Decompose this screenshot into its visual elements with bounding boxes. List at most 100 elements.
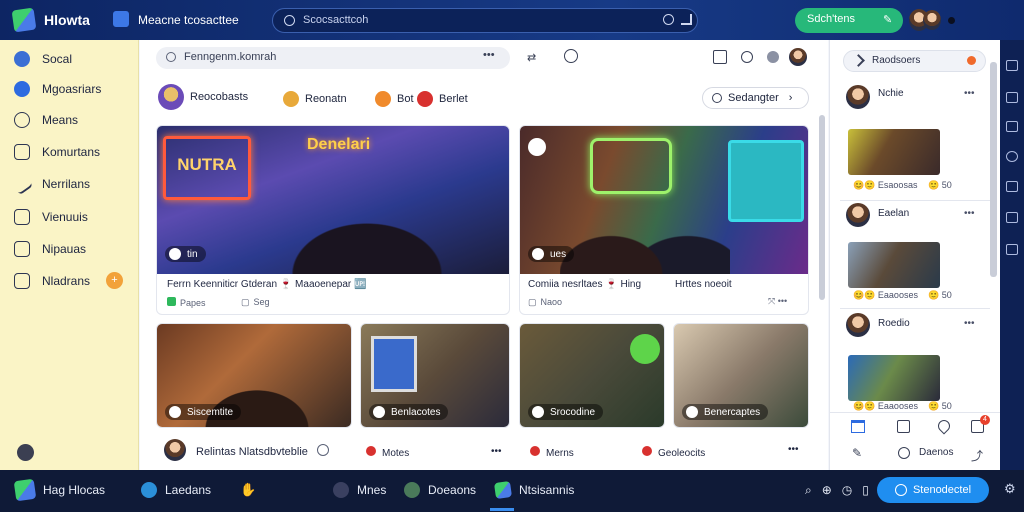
- search-icon[interactable]: ⌕: [805, 483, 812, 498]
- taskbar-item-1[interactable]: Hag Hlocas: [13, 478, 105, 502]
- taskbar-item-4[interactable]: Mnes: [333, 478, 386, 502]
- video-card-2[interactable]: ues Comiia nesrltaes 🍷 Hing Hrttes noeoi…: [519, 125, 809, 315]
- author-avatar[interactable]: [164, 439, 186, 461]
- post-author[interactable]: Nchie: [878, 88, 904, 99]
- sidebar-item-mgoasriars[interactable]: Mgoasriars: [14, 78, 101, 100]
- edge-help-icon[interactable]: [1006, 151, 1018, 162]
- circle-icon[interactable]: [898, 447, 910, 459]
- app-logo-icon[interactable]: [11, 7, 37, 33]
- filter-berlet[interactable]: Berlet: [417, 88, 468, 110]
- video-card-1[interactable]: NUTRA Denelari tin Ferrn Keenniticr Gtde…: [156, 125, 510, 315]
- inbox-icon[interactable]: [897, 420, 910, 433]
- channel-avatar[interactable]: [528, 138, 546, 156]
- card-title[interactable]: Comiia nesrltaes 🍷 Hing: [528, 279, 641, 290]
- filter-label: Bot: [397, 93, 414, 105]
- sidebar-item-komurtans[interactable]: Komurtans: [14, 141, 100, 163]
- filter-reocobasts[interactable]: Reocobasts: [158, 84, 248, 110]
- video-card-4[interactable]: Benlacotes: [360, 323, 510, 428]
- post-reactions[interactable]: 😊🙂 Eaaooses: [853, 290, 918, 301]
- refresh-icon[interactable]: [564, 49, 578, 63]
- search-option-icon[interactable]: [681, 14, 692, 25]
- more-icon[interactable]: •••: [964, 318, 975, 329]
- video-thumbnail[interactable]: Srocodine: [520, 324, 664, 427]
- post-reactions[interactable]: 😊🙂 Esaoosas: [853, 180, 917, 191]
- edge-settings-icon[interactable]: [1006, 212, 1018, 223]
- video-thumbnail[interactable]: Siscemtite: [157, 324, 351, 427]
- action-motes[interactable]: Motes: [366, 446, 409, 459]
- swap-icon[interactable]: ⇄: [527, 51, 536, 64]
- author-name[interactable]: Relintas Nlatsdbvteblie: [196, 446, 308, 458]
- profile-avatar[interactable]: [789, 48, 807, 66]
- zoom-icon[interactable]: ⊕: [822, 483, 832, 497]
- post-thumbnail[interactable]: [848, 355, 940, 401]
- feed-scrollbar[interactable]: [819, 115, 825, 300]
- edge-window-icon[interactable]: [1006, 60, 1018, 71]
- video-thumbnail[interactable]: NUTRA Denelari tin: [157, 126, 509, 274]
- post-thumbnail[interactable]: [848, 242, 940, 288]
- card-title[interactable]: Ferrn Keenniticr Gtderan 🍷 Maaoenepar 🆙: [167, 279, 366, 290]
- sort-dropdown[interactable]: Sedangter ›: [702, 87, 809, 109]
- settings-icon[interactable]: ⚙: [1004, 481, 1020, 497]
- panel-scrollbar[interactable]: [990, 62, 997, 277]
- global-search-input[interactable]: Scocsacttcoh: [272, 8, 698, 33]
- action-geoleocits[interactable]: Geoleocits: [642, 446, 705, 459]
- video-card-3[interactable]: Siscemtite: [156, 323, 352, 428]
- sidebar-item-socal[interactable]: Socal: [14, 48, 72, 70]
- filter-reonatn[interactable]: Reonatn: [283, 88, 347, 110]
- taskbar-tray[interactable]: ⌕ ⊕ ◷ ▯: [805, 478, 869, 502]
- home-icon[interactable]: [851, 420, 865, 433]
- sidebar-item-nerrilans[interactable]: Nerrilans: [10, 172, 90, 196]
- join-button[interactable]: Sdch'tens ✎: [795, 8, 903, 33]
- taskbar-item-5[interactable]: Doeaons: [404, 478, 476, 502]
- edge-share-icon[interactable]: [1006, 244, 1018, 255]
- filter-bot[interactable]: Bot: [375, 88, 414, 110]
- edge-panel-icon[interactable]: [1006, 92, 1018, 103]
- taskbar-item-2[interactable]: Laedans: [141, 478, 211, 502]
- taskbar-item-3[interactable]: ✋: [240, 478, 256, 502]
- taskbar-item-6[interactable]: Ntsisannis: [493, 478, 574, 502]
- search-submit-icon[interactable]: [663, 14, 674, 25]
- post-avatar[interactable]: [846, 85, 870, 109]
- share-icon[interactable]: ⤧ •••: [768, 296, 787, 307]
- nav-label[interactable]: Meacne tcosacttee: [138, 13, 239, 27]
- more-icon[interactable]: •••: [964, 88, 975, 99]
- video-thumbnail[interactable]: ues: [520, 126, 808, 274]
- sidebar-item-nladrans[interactable]: Nladrans: [14, 270, 90, 292]
- more-icon[interactable]: •••: [788, 444, 799, 455]
- timer-icon[interactable]: ◷: [842, 483, 852, 497]
- video-thumbnail[interactable]: Benercaptes: [674, 324, 808, 427]
- card-title-2[interactable]: Hrttes noeoit: [675, 279, 732, 290]
- info-icon[interactable]: [741, 51, 753, 63]
- video-card-5[interactable]: Srocodine: [519, 323, 665, 428]
- more-icon[interactable]: •••: [483, 49, 495, 61]
- feed-search-input[interactable]: Fenngenm.komrah •••: [156, 47, 510, 69]
- post-thumbnail[interactable]: [848, 129, 940, 175]
- sidebar-item-nipauas[interactable]: Nipauas: [14, 238, 86, 260]
- post-author[interactable]: Roedio: [878, 318, 910, 329]
- panel-search-input[interactable]: Raodsoers: [843, 50, 986, 72]
- chevron-right-icon: ›: [788, 92, 793, 104]
- video-card-6[interactable]: Benercaptes: [673, 323, 809, 428]
- cta-button[interactable]: Stenodectel: [877, 477, 989, 503]
- sidebar-settings-icon[interactable]: [17, 444, 34, 461]
- post-author[interactable]: Eaelan: [878, 208, 909, 219]
- compose-icon[interactable]: ✎: [852, 446, 862, 460]
- clock-icon[interactable]: [767, 51, 779, 63]
- sidebar-item-vienuuis[interactable]: Vienuuis: [14, 206, 88, 228]
- share-icon[interactable]: ⤴: [971, 447, 983, 464]
- post-avatar[interactable]: [846, 203, 870, 227]
- more-icon[interactable]: •••: [964, 208, 975, 219]
- panel-footer-label[interactable]: Daenos: [919, 447, 953, 458]
- window-icon[interactable]: [713, 50, 727, 64]
- user-avatar-2[interactable]: [923, 10, 941, 30]
- more-actions-icon[interactable]: •••: [491, 446, 502, 457]
- action-merns[interactable]: Merns: [530, 446, 574, 459]
- bookmark-icon[interactable]: ▯: [862, 483, 869, 497]
- edge-doc-icon[interactable]: [1006, 121, 1018, 132]
- video-thumbnail[interactable]: Benlacotes: [361, 324, 509, 427]
- nav-home-icon[interactable]: [113, 11, 129, 27]
- post-reactions[interactable]: 😊🙂 Eaaooses: [853, 401, 918, 412]
- sidebar-item-means[interactable]: Means: [14, 109, 78, 131]
- edge-tab-icon[interactable]: [1006, 181, 1018, 192]
- post-avatar[interactable]: [846, 313, 870, 337]
